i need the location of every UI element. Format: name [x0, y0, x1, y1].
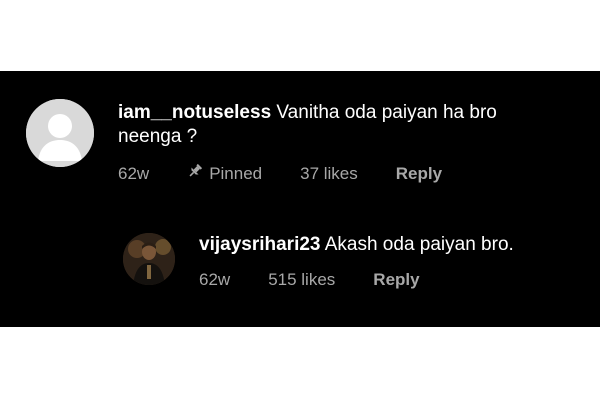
comment-text: Akash oda paiyan bro.	[324, 234, 514, 255]
comment-body: vijaysrihari23 Akash oda paiyan bro. 62w…	[199, 233, 579, 290]
pinned-label: Pinned	[209, 163, 263, 183]
comment-age: 62w	[199, 270, 231, 289]
reply-button[interactable]: Reply	[396, 164, 442, 184]
likes-count[interactable]: 515 likes	[268, 270, 335, 290]
comment-meta: 62w Pinned 37 likes Reply	[118, 163, 558, 184]
comment-age: 62w	[118, 163, 150, 183]
comment-username[interactable]: iam__notuseless	[118, 102, 271, 123]
pin-icon	[187, 163, 203, 184]
user-photo-avatar	[123, 233, 175, 285]
reply-button[interactable]: Reply	[373, 270, 419, 290]
avatar[interactable]	[123, 233, 175, 285]
comment-meta: 62w 515 likes Reply	[199, 270, 579, 290]
comment-body: iam__notuseless Vanitha oda paiyan ha br…	[118, 101, 558, 184]
comment-text-line: iam__notuseless Vanitha oda paiyan ha br…	[118, 101, 558, 149]
likes-count[interactable]: 37 likes	[300, 164, 358, 184]
comment-text-line: vijaysrihari23 Akash oda paiyan bro.	[199, 233, 579, 257]
avatar[interactable]	[26, 99, 94, 167]
comment-username[interactable]: vijaysrihari23	[199, 234, 320, 255]
default-avatar-icon	[26, 99, 94, 167]
comments-panel: iam__notuseless Vanitha oda paiyan ha br…	[0, 71, 600, 327]
